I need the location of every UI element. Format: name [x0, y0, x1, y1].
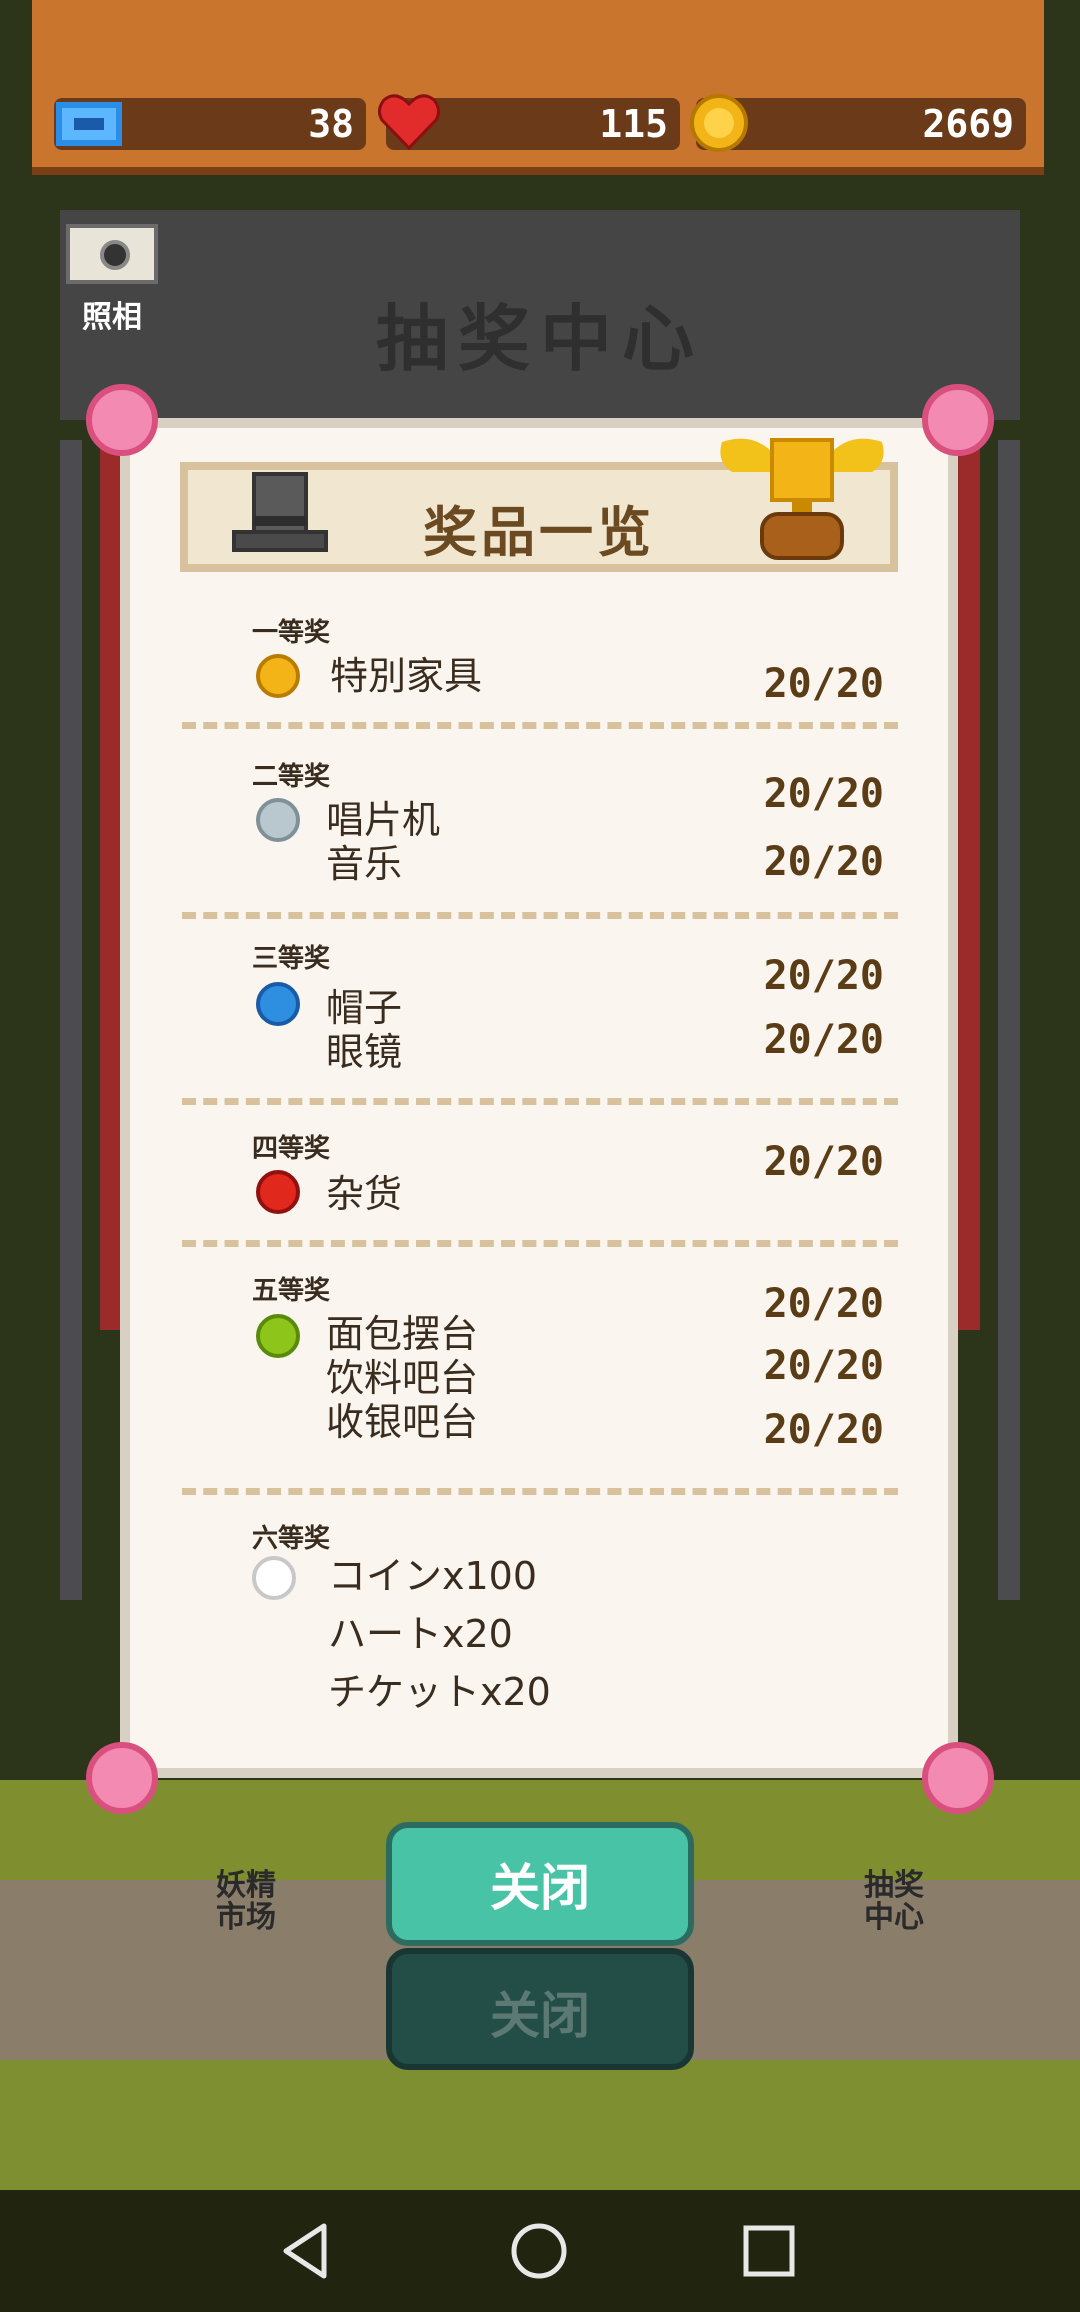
lottery-center-label[interactable]: 抽奖 中心: [834, 1870, 954, 1934]
prize-count: 20/20: [763, 771, 884, 817]
tier-divider: [182, 1098, 898, 1105]
blue-orb-icon: [256, 982, 300, 1026]
prize-name: 唱片机: [326, 798, 441, 842]
prize-name: チケットx20: [328, 1670, 551, 1714]
back-triangle-icon[interactable]: [272, 2216, 342, 2286]
booth-pole-left: [60, 440, 82, 1600]
tier-3-label: 三等奖: [252, 944, 331, 974]
prize-count: 20/20: [763, 839, 884, 885]
rose-icon: [922, 1742, 994, 1814]
gold-orb-icon: [256, 654, 300, 698]
tickets-value: 38: [308, 102, 354, 146]
prize-name: コインx100: [328, 1554, 538, 1598]
home-circle-icon[interactable]: [504, 2216, 574, 2286]
scene-grass-lower: [0, 2060, 1080, 2190]
prize-name: 饮料吧台: [326, 1356, 479, 1400]
prize-count: 20/20: [763, 1407, 884, 1453]
camera-lens: [100, 240, 130, 270]
coin-icon: [690, 94, 748, 152]
prize-name: ハートx20: [328, 1612, 513, 1656]
prize-name: 杂货: [326, 1172, 403, 1216]
hearts-value: 115: [599, 102, 668, 146]
green-orb-icon: [256, 1314, 300, 1358]
tier-1-label: 一等奖: [252, 618, 331, 648]
rose-icon: [86, 1742, 158, 1814]
prize-name: 特別家具: [330, 654, 483, 698]
silver-orb-icon: [256, 798, 300, 842]
coins-value: 2669: [922, 102, 1014, 146]
camera-icon: [66, 224, 158, 284]
heart-icon: [377, 94, 441, 151]
fairy-market-label[interactable]: 妖精 市场: [186, 1870, 306, 1934]
prize-count: 20/20: [763, 953, 884, 999]
tier-divider: [182, 1488, 898, 1495]
resource-bar: 38 115 2669: [32, 0, 1044, 175]
prize-count: 20/20: [763, 1017, 884, 1063]
prize-count: 20/20: [763, 1281, 884, 1327]
camera-label: 照相: [82, 300, 142, 335]
camera-button[interactable]: 照相: [62, 220, 162, 335]
tier-2-label: 二等奖: [252, 762, 331, 792]
prize-count: 20/20: [763, 661, 884, 707]
tier-4-label: 四等奖: [252, 1134, 331, 1164]
close-button-secondary-label: 关闭: [490, 1987, 590, 2045]
hearts-counter: 115: [377, 94, 680, 151]
prize-name: 面包摆台: [326, 1312, 479, 1356]
red-orb-icon: [256, 1170, 300, 1214]
rose-icon: [922, 384, 994, 456]
recents-square-icon[interactable]: [734, 2216, 804, 2286]
white-orb-icon: [252, 1556, 296, 1600]
rose-icon: [86, 384, 158, 456]
prize-name: 收银吧台: [326, 1400, 479, 1444]
tier-divider: [182, 912, 898, 919]
coins-counter: 2669: [690, 94, 1026, 152]
trophy-icon: [720, 438, 884, 560]
tier-divider: [182, 722, 898, 729]
tier-6-label: 六等奖: [252, 1524, 331, 1554]
booth-title: 抽奖中心: [375, 297, 704, 381]
prize-name: 音乐: [326, 842, 403, 886]
prize-count: 20/20: [763, 1139, 884, 1185]
prize-name: 眼镜: [326, 1030, 403, 1074]
prize-count: 20/20: [763, 1343, 884, 1389]
ticket-icon: [56, 102, 122, 146]
prize-name: 帽子: [326, 986, 403, 1030]
tier-divider: [182, 1240, 898, 1247]
booth-pole-right: [998, 440, 1020, 1600]
close-button-label: 关闭: [490, 1859, 590, 1917]
tier-5-label: 五等奖: [252, 1276, 331, 1306]
tickets-counter: 38: [54, 98, 366, 150]
